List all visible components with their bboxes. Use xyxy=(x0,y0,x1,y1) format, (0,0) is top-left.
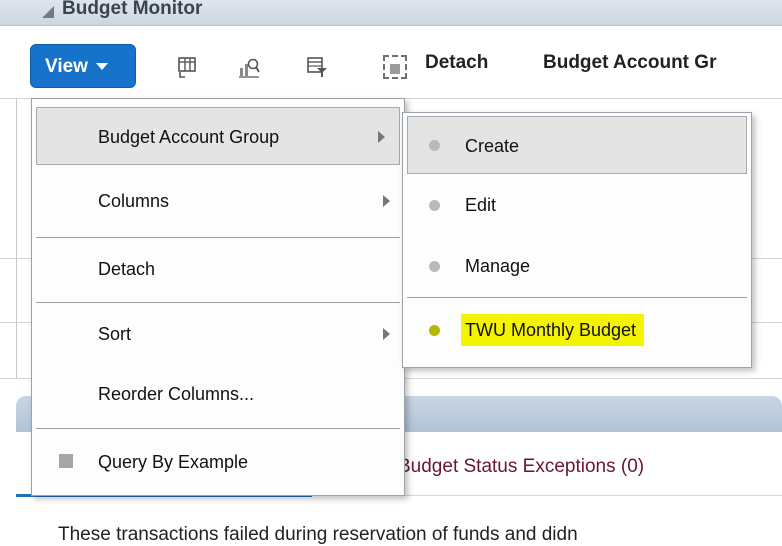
menu-separator xyxy=(36,302,400,303)
view-button-label: View xyxy=(45,56,88,77)
submenu-item-label: Manage xyxy=(465,256,531,276)
tab-budget-status-exceptions[interactable]: Budget Status Exceptions (0) xyxy=(398,456,644,478)
bullet-icon xyxy=(429,140,440,151)
description-text: These transactions failed during reserva… xyxy=(58,524,578,545)
submenu-item-manage[interactable]: Manage xyxy=(403,237,751,295)
submenu-item-label: Edit xyxy=(465,195,497,215)
menu-item-label: Columns xyxy=(98,191,170,211)
submenu-item-label: Create xyxy=(465,136,520,156)
menu-item-sort[interactable]: Sort xyxy=(32,305,404,363)
collapse-triangle-icon[interactable] xyxy=(42,6,54,18)
checkbox-icon[interactable] xyxy=(59,454,73,468)
menu-item-label: Sort xyxy=(98,324,132,344)
budget-account-group-button[interactable]: Budget Account Gr xyxy=(543,52,716,74)
bullet-icon xyxy=(429,200,440,211)
menu-separator xyxy=(36,237,400,238)
menu-item-label: Budget Account Group xyxy=(98,127,280,147)
filter-icon[interactable] xyxy=(306,56,328,78)
menu-item-budget-account-group[interactable]: Budget Account Group xyxy=(36,107,400,165)
bullet-icon xyxy=(429,325,440,336)
view-dropdown-menu: Budget Account Group Columns Detach Sort… xyxy=(31,98,405,496)
section-title: Budget Monitor xyxy=(62,0,203,19)
freeze-columns-icon[interactable] xyxy=(176,56,198,78)
submenu-item-twu-monthly-budget[interactable]: TWU Monthly Budget xyxy=(403,301,751,359)
toolbar: View Detach Budget Account Gr xyxy=(0,34,782,98)
chevron-right-icon xyxy=(378,131,385,143)
menu-separator xyxy=(36,428,400,429)
menu-item-reorder-columns[interactable]: Reorder Columns... xyxy=(32,365,404,423)
table-border xyxy=(16,98,17,378)
menu-item-label: Reorder Columns... xyxy=(98,384,255,404)
chevron-right-icon xyxy=(383,328,390,340)
wrap-icon[interactable] xyxy=(238,56,260,78)
view-menu-button[interactable]: View xyxy=(30,44,136,88)
detach-button[interactable]: Detach xyxy=(425,52,488,74)
detach-icon[interactable] xyxy=(383,55,407,79)
submenu-item-create[interactable]: Create xyxy=(407,116,747,174)
chevron-down-icon xyxy=(95,63,108,71)
menu-item-columns[interactable]: Columns xyxy=(32,172,404,230)
menu-separator xyxy=(407,297,747,298)
bullet-icon xyxy=(429,261,440,272)
menu-item-label: Detach xyxy=(98,259,156,279)
budget-account-group-submenu: Create Edit Manage TWU Monthly Budget xyxy=(402,112,752,368)
section-header: Budget Monitor xyxy=(0,0,782,26)
chevron-right-icon xyxy=(383,195,390,207)
menu-item-detach[interactable]: Detach xyxy=(32,240,404,298)
menu-item-label: Query By Example xyxy=(98,452,249,472)
submenu-item-label: TWU Monthly Budget xyxy=(461,314,645,346)
submenu-item-edit[interactable]: Edit xyxy=(403,176,751,234)
menu-item-query-by-example[interactable]: Query By Example xyxy=(32,433,404,491)
